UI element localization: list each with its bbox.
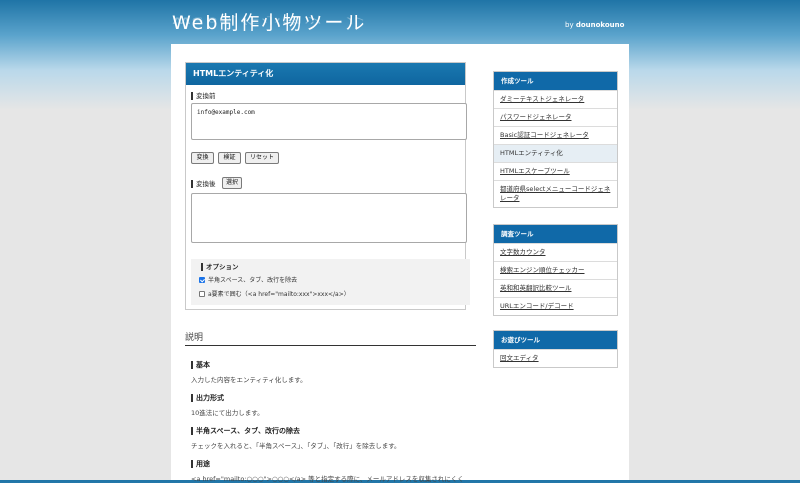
page-content: HTMLエンティティ化 変換前 info@example.com 変換 検証 リ… — [171, 44, 629, 483]
reset-button[interactable]: リセット — [245, 152, 279, 164]
sidebar-item-prefecture-select[interactable]: 都道府県selectメニューコードジェネレータ — [494, 180, 617, 207]
option-strip-whitespace-label: 半角スペース、タブ、改行を除去 — [208, 277, 298, 284]
sidebar-item-translation[interactable]: 英和和英翻訳比較ツール — [494, 279, 617, 297]
option-wrap-anchor[interactable]: a要素で囲む（<a href="mailto:xxx">xxx</a>） — [199, 289, 350, 298]
explanation-heading: 半角スペース、タブ、改行の除去 — [191, 427, 300, 435]
sidebar-item-char-count[interactable]: 文字数カウンタ — [494, 243, 617, 261]
byline: by dounokouno — [565, 21, 624, 29]
explanation-heading: 出力形式 — [191, 394, 224, 402]
explanation-heading: 基本 — [191, 361, 210, 369]
author-name: dounokouno — [575, 21, 625, 29]
before-label: 変換前 — [191, 92, 216, 100]
sidebar-item-url-encode[interactable]: URLエンコード/デコード — [494, 297, 617, 315]
explanation-text: <a href="mailto:○○○">○○○</a> 等と指定する際に、メー… — [191, 475, 464, 483]
explanation-divider — [185, 345, 476, 346]
checkbox-checked-icon[interactable] — [199, 276, 205, 283]
site-title-reflection: Web制作小物ツール — [172, 15, 367, 26]
options-title: オプション — [201, 263, 239, 271]
byline-prefix: by — [565, 21, 576, 29]
sidebar-group-title: 作成ツール — [494, 72, 617, 90]
sidebar-item-password[interactable]: パスワードジェネレータ — [494, 108, 617, 126]
sidebar-item-search-rank[interactable]: 検索エンジン順位チェッカー — [494, 261, 617, 279]
explanation-text: チェックを入れると、「半角スペース」、「タブ」、「改行」を除去します。 — [191, 442, 401, 450]
options-box: オプション 半角スペース、タブ、改行を除去 a要素で囲む（<a href="ma… — [191, 259, 470, 305]
header: Web制作小物ツール Web制作小物ツール by dounokouno — [0, 0, 800, 44]
sidebar-item-html-entity[interactable]: HTMLエンティティ化 — [494, 144, 617, 162]
explanation-title: 説明 — [185, 333, 204, 343]
tool-panel: HTMLエンティティ化 変換前 info@example.com 変換 検証 リ… — [185, 62, 470, 310]
output-textarea[interactable] — [191, 193, 467, 243]
input-textarea[interactable]: info@example.com — [191, 103, 467, 140]
verify-button[interactable]: 検証 — [218, 152, 241, 164]
explanation-text: 入力した内容をエンティティ化します。 — [191, 376, 307, 384]
tool-heading: HTMLエンティティ化 — [186, 63, 465, 85]
option-strip-whitespace[interactable]: 半角スペース、タブ、改行を除去 — [199, 275, 297, 284]
convert-button[interactable]: 変換 — [191, 152, 214, 164]
explanation-heading: 用途 — [191, 460, 210, 468]
sidebar-group-title: 調査ツール — [494, 225, 617, 243]
sidebar-item-html-escape[interactable]: HTMLエスケープツール — [494, 162, 617, 180]
checkbox-unchecked-icon[interactable] — [199, 290, 205, 297]
sidebar-fun-tools: お遊びツール 回文エディタ — [493, 330, 618, 368]
sidebar-research-tools: 調査ツール 文字数カウンタ 検索エンジン順位チェッカー 英和和英翻訳比較ツール … — [493, 224, 618, 316]
select-button[interactable]: 選択 — [222, 177, 242, 189]
explanation-text: 10進法にて出力します。 — [191, 409, 264, 417]
sidebar-item-basic-auth[interactable]: Basic認証コードジェネレータ — [494, 126, 617, 144]
sidebar-group-title: お遊びツール — [494, 331, 617, 349]
sidebar-creation-tools: 作成ツール ダミーテキストジェネレータ パスワードジェネレータ Basic認証コ… — [493, 71, 618, 208]
sidebar-item-dummy-text[interactable]: ダミーテキストジェネレータ — [494, 90, 617, 108]
sidebar-item-palindrome[interactable]: 回文エディタ — [494, 349, 617, 367]
option-wrap-anchor-label: a要素で囲む（<a href="mailto:xxx">xxx</a>） — [208, 291, 350, 298]
after-label: 変換後 — [191, 180, 216, 188]
